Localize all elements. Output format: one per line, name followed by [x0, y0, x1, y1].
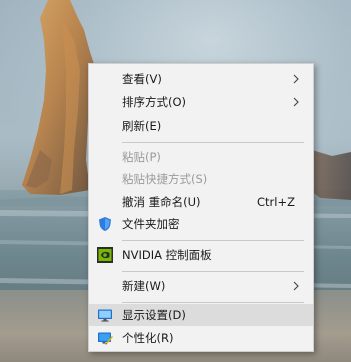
- personalize-icon: [98, 332, 113, 345]
- menu-item-label: 新建(W): [122, 279, 166, 293]
- menu-item-label: NVIDIA 控制面板: [122, 248, 212, 262]
- menu-item-view[interactable]: 查看(V): [89, 68, 313, 90]
- menu-item-label: 查看(V): [122, 72, 162, 86]
- menu-item-sort-by[interactable]: 排序方式(O): [89, 91, 313, 113]
- display-icon: [98, 309, 112, 322]
- shield-icon: [99, 217, 111, 231]
- desktop-background[interactable]: 查看(V) 排序方式(O) 刷新(E) 粘贴(P) 粘贴快捷方式(S) 撤消 重…: [0, 0, 351, 362]
- menu-item-paste[interactable]: 粘贴(P): [89, 146, 313, 168]
- menu-item-personalize[interactable]: 个性化(R): [89, 327, 313, 349]
- menu-separator: [122, 302, 304, 303]
- desktop-context-menu: 查看(V) 排序方式(O) 刷新(E) 粘贴(P) 粘贴快捷方式(S) 撤消 重…: [88, 63, 314, 352]
- chevron-right-icon: [293, 74, 299, 84]
- menu-separator: [122, 271, 304, 272]
- menu-separator: [122, 142, 304, 143]
- menu-item-paste-shortcut[interactable]: 粘贴快捷方式(S): [89, 168, 313, 190]
- menu-item-label: 显示设置(D): [122, 308, 186, 322]
- menu-item-nvidia-control-panel[interactable]: NVIDIA 控制面板: [89, 244, 313, 266]
- menu-item-refresh[interactable]: 刷新(E): [89, 115, 313, 137]
- menu-item-label: 刷新(E): [122, 119, 162, 133]
- menu-item-shortcut: Ctrl+Z: [257, 195, 295, 209]
- menu-item-folder-encrypt[interactable]: 文件夹加密: [89, 213, 313, 235]
- menu-item-label: 撤消 重命名(U): [122, 195, 201, 209]
- menu-item-label: 排序方式(O): [122, 95, 187, 109]
- menu-item-new[interactable]: 新建(W): [89, 275, 313, 297]
- chevron-right-icon: [293, 281, 299, 291]
- menu-item-display-settings[interactable]: 显示设置(D): [89, 304, 313, 326]
- nvidia-icon: [97, 247, 113, 263]
- menu-item-label: 文件夹加密: [122, 217, 180, 231]
- menu-item-label: 个性化(R): [122, 331, 174, 345]
- chevron-right-icon: [293, 97, 299, 107]
- menu-item-label: 粘贴(P): [122, 150, 161, 164]
- menu-item-undo-rename[interactable]: 撤消 重命名(U) Ctrl+Z: [89, 191, 313, 213]
- menu-separator: [122, 240, 304, 241]
- menu-item-label: 粘贴快捷方式(S): [122, 172, 208, 186]
